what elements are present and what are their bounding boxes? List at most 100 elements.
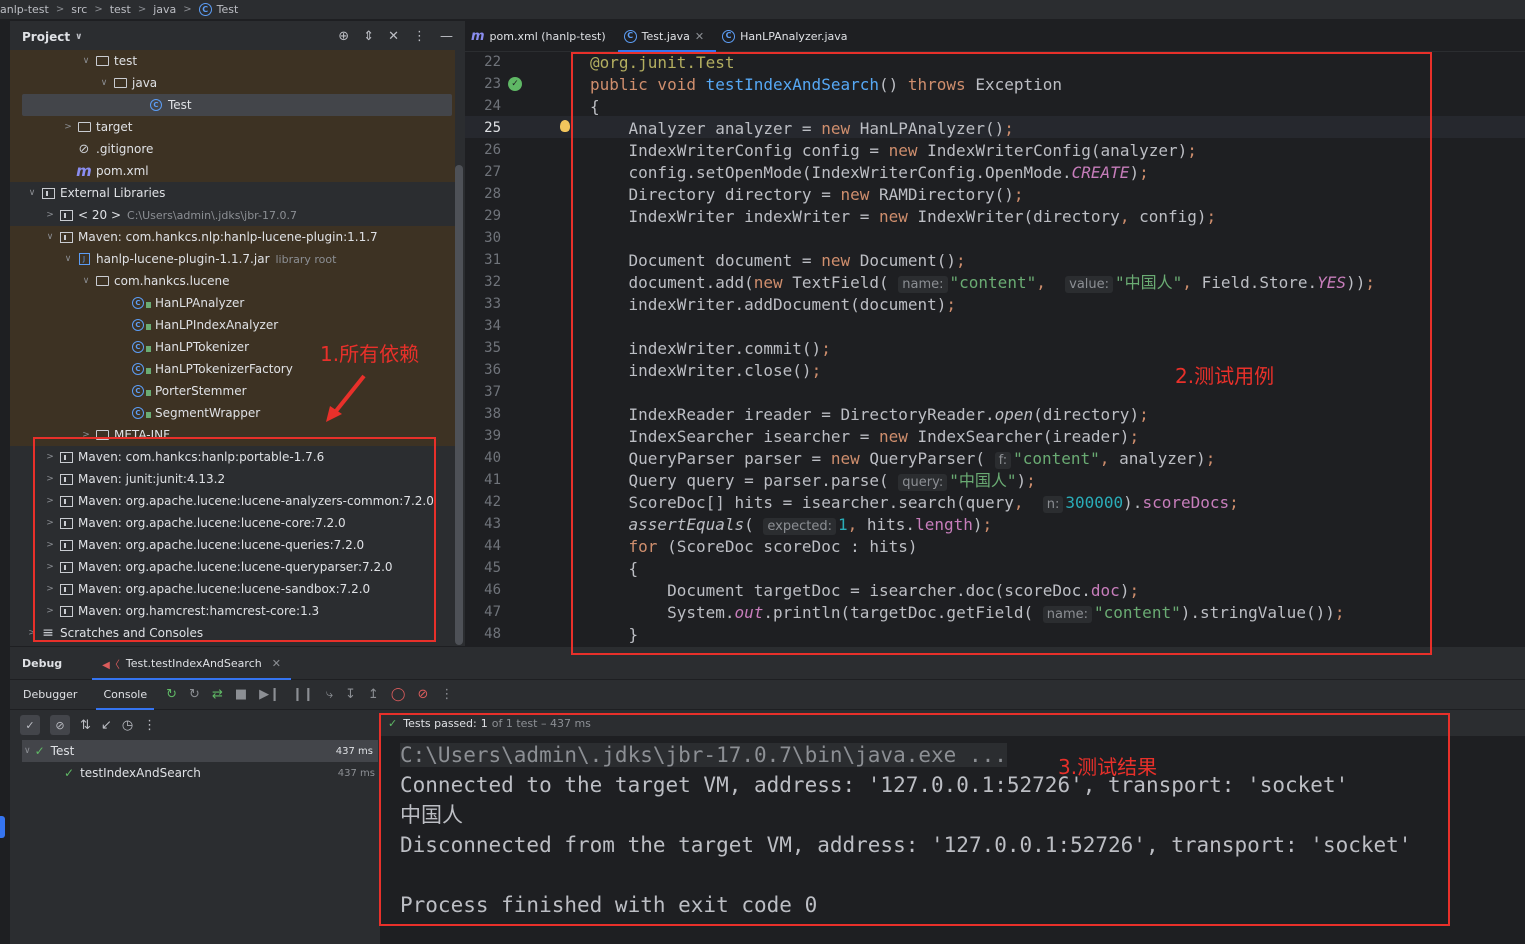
tree-item[interactable]: > Maven: org.apache.lucene:lucene-core:7.… <box>10 512 455 534</box>
chevron-down-icon[interactable]: ∨ <box>60 254 76 264</box>
pause-icon[interactable]: ❙❙ <box>292 687 314 702</box>
collapse-icon[interactable]: ↙ <box>101 718 112 733</box>
tree-item[interactable]: ⊘ .gitignore <box>10 138 455 160</box>
breadcrumb-item[interactable]: test <box>110 3 131 16</box>
code-line[interactable]: Query query = parser.parse( query: "中国人")… <box>590 470 1036 492</box>
tree-item[interactable]: C SegmentWrapper <box>10 402 455 424</box>
code-line[interactable]: indexWriter.addDocument(document); <box>590 294 957 316</box>
code-line[interactable]: Document targetDoc = isearcher.doc(score… <box>590 580 1139 602</box>
code-line[interactable]: Directory directory = new RAMDirectory()… <box>590 184 1024 206</box>
code-line[interactable]: QueryParser parser = new QueryParser( f:… <box>590 448 1215 470</box>
collapse-all-icon[interactable]: ✕ <box>388 29 399 44</box>
tree-item[interactable]: C Test <box>10 94 455 116</box>
breadcrumb-item[interactable]: anlp-test <box>0 3 49 16</box>
console-output[interactable]: ✓ Tests passed: 1 of 1 test – 437 ms C:\… <box>380 710 1525 944</box>
chevron-down-icon[interactable]: ∨ <box>78 56 94 66</box>
tree-item[interactable]: ∨ External Libraries <box>10 182 455 204</box>
options-icon[interactable]: ⋮ <box>413 29 426 44</box>
chevron-right-icon[interactable]: > <box>78 430 94 440</box>
code-line[interactable]: config.setOpenMode(IndexWriterConfig.Ope… <box>590 162 1149 184</box>
code-area[interactable]: @org.junit.Test public void testIndexAndS… <box>590 52 1520 646</box>
step-over-icon[interactable]: ⤷ <box>326 687 333 702</box>
editor-tab[interactable]: m pom.xml (hanlp-test) <box>465 21 618 52</box>
tree-item[interactable]: > Maven: org.apache.lucene:lucene-queries… <box>10 534 455 556</box>
expand-collapse-icon[interactable]: ⇕ <box>363 29 374 44</box>
resume-icon[interactable]: ⇄ <box>212 687 223 702</box>
code-line[interactable]: IndexReader ireader = DirectoryReader.op… <box>590 404 1149 426</box>
code-line[interactable]: for (ScoreDoc scoreDoc : hits) <box>590 536 918 558</box>
lightbulb-icon[interactable] <box>560 120 570 132</box>
code-line[interactable]: ScoreDoc[] hits = isearcher.search(query… <box>590 492 1239 514</box>
editor-tab[interactable]: C HanLPAnalyzer.java <box>716 21 859 52</box>
breadcrumb-item[interactable]: src <box>71 3 87 16</box>
mute-breakpoints-icon[interactable]: ⊘ <box>417 687 428 702</box>
chevron-right-icon[interactable]: > <box>42 474 58 484</box>
tree-item[interactable]: C HanLPIndexAnalyzer <box>10 314 455 336</box>
tree-item[interactable]: C HanLPAnalyzer <box>10 292 455 314</box>
chevron-right-icon[interactable]: > <box>42 518 58 528</box>
tool-window-indicator[interactable] <box>0 816 5 838</box>
chevron-down-icon[interactable]: ∨ <box>96 78 112 88</box>
project-scrollbar[interactable] <box>455 165 463 645</box>
chevron-down-icon[interactable]: ∨ <box>24 746 31 756</box>
test-row[interactable]: ∨ ✓ Test 437 ms <box>22 740 378 762</box>
tree-item[interactable]: > META-INF <box>10 424 455 446</box>
show-ignored-icon[interactable]: ⊘ <box>50 715 70 735</box>
rerun-icon[interactable]: ↻ <box>166 687 177 702</box>
debug-session-tab[interactable]: ◀〈 Test.testIndexAndSearch ✕ <box>92 647 291 680</box>
tree-item[interactable]: > Maven: org.apache.lucene:lucene-sandbox… <box>10 578 455 600</box>
breadcrumb-item[interactable]: java <box>153 3 176 16</box>
tree-item[interactable]: > ≡ Scratches and Consoles <box>10 622 455 644</box>
more-options-icon[interactable]: ⋮ <box>440 687 453 702</box>
code-line[interactable]: indexWriter.close(); <box>590 360 822 382</box>
chevron-right-icon[interactable]: > <box>42 210 58 220</box>
tree-item[interactable]: ∨ Jhanlp-lucene-plugin-1.1.7.jar library r… <box>10 248 455 270</box>
locate-icon[interactable]: ⊕ <box>338 29 349 44</box>
chevron-right-icon[interactable]: > <box>42 562 58 572</box>
code-line[interactable]: IndexSearcher isearcher = new IndexSearc… <box>590 426 1140 448</box>
chevron-right-icon[interactable]: > <box>24 628 40 638</box>
stop-icon[interactable]: ■ <box>235 687 247 702</box>
tree-item[interactable]: ∨ test <box>10 50 455 72</box>
tab-console[interactable]: Console <box>90 680 160 710</box>
code-line[interactable]: System.out.println(targetDoc.getField( n… <box>590 602 1344 624</box>
code-line[interactable]: Analyzer analyzer = new HanLPAnalyzer(); <box>590 118 1014 140</box>
step-into-icon[interactable]: ↧ <box>345 687 356 702</box>
chevron-right-icon[interactable]: > <box>42 540 58 550</box>
code-line[interactable]: IndexWriterConfig config = new IndexWrit… <box>590 140 1197 162</box>
close-icon[interactable]: ✕ <box>695 30 704 43</box>
tree-item[interactable]: m pom.xml <box>10 160 455 182</box>
tab-debugger[interactable]: Debugger <box>10 680 90 710</box>
code-line[interactable]: } <box>590 624 639 646</box>
code-line[interactable]: public void testIndexAndSearch() throws … <box>590 74 1062 96</box>
tree-item[interactable]: > < 20 > C:\Users\admin\.jdks\jbr-17.0.7 <box>10 204 455 226</box>
chevron-down-icon[interactable]: ∨ <box>42 232 58 242</box>
chevron-down-icon[interactable]: ∨ <box>24 188 40 198</box>
code-line[interactable]: { <box>590 558 639 580</box>
code-line[interactable]: @org.junit.Test <box>590 52 735 74</box>
code-line[interactable]: indexWriter.commit(); <box>590 338 831 360</box>
tree-item[interactable]: C PorterStemmer <box>10 380 455 402</box>
chevron-right-icon[interactable]: > <box>42 496 58 506</box>
chevron-right-icon[interactable]: > <box>60 122 76 132</box>
tree-item[interactable]: > Maven: org.hamcrest:hamcrest-core:1.3 <box>10 600 455 622</box>
test-run-icon[interactable]: ✓ <box>508 77 522 91</box>
tree-item[interactable]: > Maven: com.hankcs:hanlp:portable-1.7.6 <box>10 446 455 468</box>
code-line[interactable]: document.add(new TextField( name: "conten… <box>590 272 1375 294</box>
history-icon[interactable]: ◷ <box>122 718 133 733</box>
tree-item[interactable]: > Maven: junit:junit:4.13.2 <box>10 468 455 490</box>
chevron-right-icon[interactable]: > <box>42 584 58 594</box>
code-line[interactable]: { <box>590 96 600 118</box>
hide-icon[interactable]: — <box>440 29 453 44</box>
tree-item[interactable]: > Maven: org.apache.lucene:lucene-analyze… <box>10 490 455 512</box>
test-options-icon[interactable]: ⋮ <box>143 718 156 733</box>
resume-program-icon[interactable]: ▶❙ <box>259 687 280 702</box>
test-row[interactable]: ✓ testIndexAndSearch 437 ms <box>10 762 380 784</box>
show-passed-icon[interactable]: ✓ <box>20 715 40 735</box>
chevron-down-icon[interactable]: ∨ <box>78 276 94 286</box>
code-line[interactable]: Document document = new Document(); <box>590 250 966 272</box>
close-icon[interactable]: ✕ <box>272 657 281 670</box>
rerun-failed-icon[interactable]: ↻ <box>189 687 200 702</box>
tree-item[interactable]: > target <box>10 116 455 138</box>
code-line[interactable]: IndexWriter indexWriter = new IndexWrite… <box>590 206 1217 228</box>
